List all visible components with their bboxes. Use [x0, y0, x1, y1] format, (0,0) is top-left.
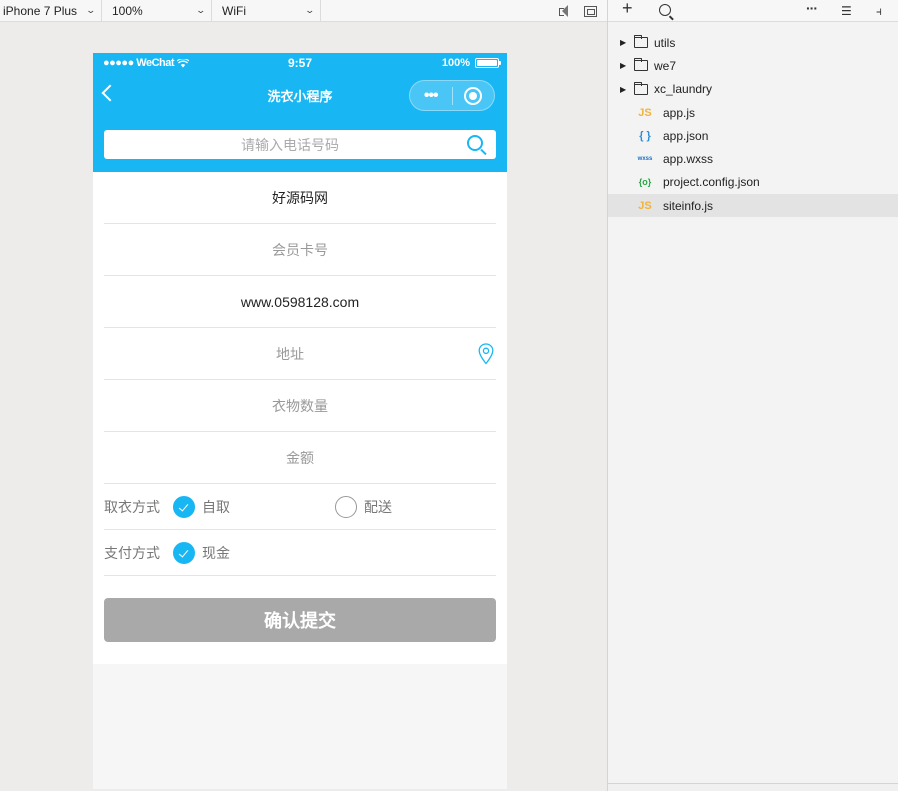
pickup-method-label: 取衣方式: [104, 498, 160, 515]
tree-item-label: we7: [654, 58, 677, 73]
website-field[interactable]: www.0598128.com: [104, 276, 496, 328]
explorer-toolbar: + ··· ☰ ⫞: [608, 0, 898, 22]
amount-placeholder: 金额: [286, 449, 314, 466]
tree-item-app-json[interactable]: { } app.json: [608, 124, 898, 147]
tree-item-label: utils: [654, 35, 676, 50]
navigation-bar: 洗衣小程序 •••: [93, 73, 507, 117]
pickup-self-label: 自取: [202, 498, 230, 515]
tree-item-label: siteinfo.js: [663, 198, 714, 213]
device-select-label: iPhone 7 Plus: [3, 3, 78, 18]
chevron-down-icon: ⌄: [85, 5, 97, 15]
app-header: ●●●●● WeChat 9:57 100% 洗衣小程序 •••: [93, 53, 507, 172]
js-file-icon: JS: [638, 199, 652, 212]
chevron-down-icon: ⌄: [195, 5, 207, 15]
payment-cash-radio[interactable]: 现金: [173, 541, 230, 564]
tree-item-label: app.js: [663, 105, 696, 120]
payment-method-label: 支付方式: [104, 544, 160, 561]
split-panel-icon[interactable]: ⫞: [876, 3, 882, 19]
radio-checked-icon: [173, 495, 195, 518]
search-box: [104, 130, 496, 159]
file-explorer: + ··· ☰ ⫞ ▶ utils ▶ we7 ▶ xc_laundry JS …: [607, 0, 898, 791]
tree-item-app-wxss[interactable]: wxss app.wxss: [608, 147, 898, 170]
tree-item-label: xc_laundry: [654, 82, 713, 97]
config-file-icon: {o}: [638, 177, 652, 188]
radio-checked-icon: [173, 541, 195, 564]
mute-icon[interactable]: [558, 5, 570, 17]
shop-name-field[interactable]: 好源码网: [104, 172, 496, 224]
more-icon[interactable]: ···: [806, 0, 818, 16]
address-placeholder: 地址: [276, 345, 304, 362]
device-select[interactable]: iPhone 7 Plus ⌄: [0, 0, 102, 22]
submit-button[interactable]: 确认提交: [104, 598, 496, 642]
phone-simulator: ●●●●● WeChat 9:57 100% 洗衣小程序 ••• 好源码网: [93, 53, 507, 789]
caret-right-icon: ▶: [620, 61, 627, 71]
website-value: www.0598128.com: [240, 293, 360, 310]
network-select-label: WiFi: [222, 3, 246, 18]
network-select[interactable]: WiFi ⌄: [212, 0, 321, 22]
search-icon[interactable]: [659, 4, 671, 16]
clothes-count-field[interactable]: 衣物数量: [104, 380, 496, 432]
folder-icon: [634, 58, 648, 72]
target-icon: [464, 86, 483, 105]
amount-field[interactable]: 金额: [104, 432, 496, 484]
tree-item-we7[interactable]: ▶ we7: [608, 54, 898, 77]
clothes-count-placeholder: 衣物数量: [272, 397, 328, 414]
battery-fill: [477, 60, 497, 66]
pickup-delivery-label: 配送: [364, 498, 392, 515]
caret-right-icon: ▶: [620, 38, 627, 48]
toolbar-icons: [558, 0, 597, 22]
tree-item-app-js[interactable]: JS app.js: [608, 101, 898, 124]
tree-item-utils[interactable]: ▶ utils: [608, 31, 898, 54]
detach-window-icon[interactable]: [584, 5, 597, 17]
close-miniprogram-button[interactable]: [452, 86, 494, 105]
payment-method-row: 支付方式 现金: [104, 530, 496, 576]
shop-name-value: 好源码网: [272, 189, 328, 206]
js-file-icon: JS: [638, 106, 652, 119]
status-bar: ●●●●● WeChat 9:57 100%: [93, 53, 507, 73]
status-time: 9:57: [287, 56, 313, 70]
folder-icon: [634, 81, 648, 95]
collapse-icon[interactable]: ☰: [841, 3, 852, 19]
simulator-toolbar: iPhone 7 Plus ⌄ 100% ⌄ WiFi ⌄: [0, 0, 607, 22]
address-field[interactable]: 地址: [104, 328, 496, 380]
member-card-placeholder: 会员卡号: [272, 241, 328, 258]
chevron-down-icon: ⌄: [304, 5, 316, 15]
tree-item-xc-laundry[interactable]: ▶ xc_laundry: [608, 78, 898, 101]
tree-item-label: project.config.json: [663, 175, 760, 190]
pickup-delivery-radio[interactable]: 配送: [335, 495, 392, 518]
member-card-field[interactable]: 会员卡号: [104, 224, 496, 276]
radio-unchecked-icon: [335, 495, 357, 518]
more-icon[interactable]: •••: [410, 80, 452, 111]
tree-item-label: app.wxss: [663, 152, 714, 167]
phone-search-input[interactable]: [104, 130, 496, 159]
battery-icon: [475, 58, 501, 68]
menu-capsule: •••: [409, 80, 495, 111]
folder-icon: [634, 35, 648, 49]
json-file-icon: { }: [639, 129, 651, 142]
wxss-file-icon: wxss: [637, 156, 653, 163]
submit-area: 确认提交: [93, 576, 507, 664]
file-tree: ▶ utils ▶ we7 ▶ xc_laundry JS app.js { }…: [608, 22, 898, 218]
pickup-self-radio[interactable]: 自取: [173, 495, 230, 518]
location-pin-icon[interactable]: [478, 343, 494, 365]
zoom-select[interactable]: 100% ⌄: [102, 0, 212, 22]
caret-right-icon: ▶: [620, 84, 627, 94]
pickup-method-row: 取衣方式 自取 配送: [104, 484, 496, 530]
payment-cash-label: 现金: [202, 544, 230, 561]
explorer-footer: [608, 783, 898, 791]
add-file-icon[interactable]: +: [622, 0, 633, 17]
search-icon[interactable]: [467, 135, 483, 151]
laundry-form: 好源码网 会员卡号 www.0598128.com 地址 衣物数量 金额 取衣方…: [93, 172, 507, 576]
zoom-select-label: 100%: [112, 3, 143, 18]
tree-item-label: app.json: [663, 128, 709, 143]
tree-item-siteinfo-js[interactable]: JS siteinfo.js: [608, 194, 898, 218]
tree-item-project-config[interactable]: {o} project.config.json: [608, 171, 898, 194]
